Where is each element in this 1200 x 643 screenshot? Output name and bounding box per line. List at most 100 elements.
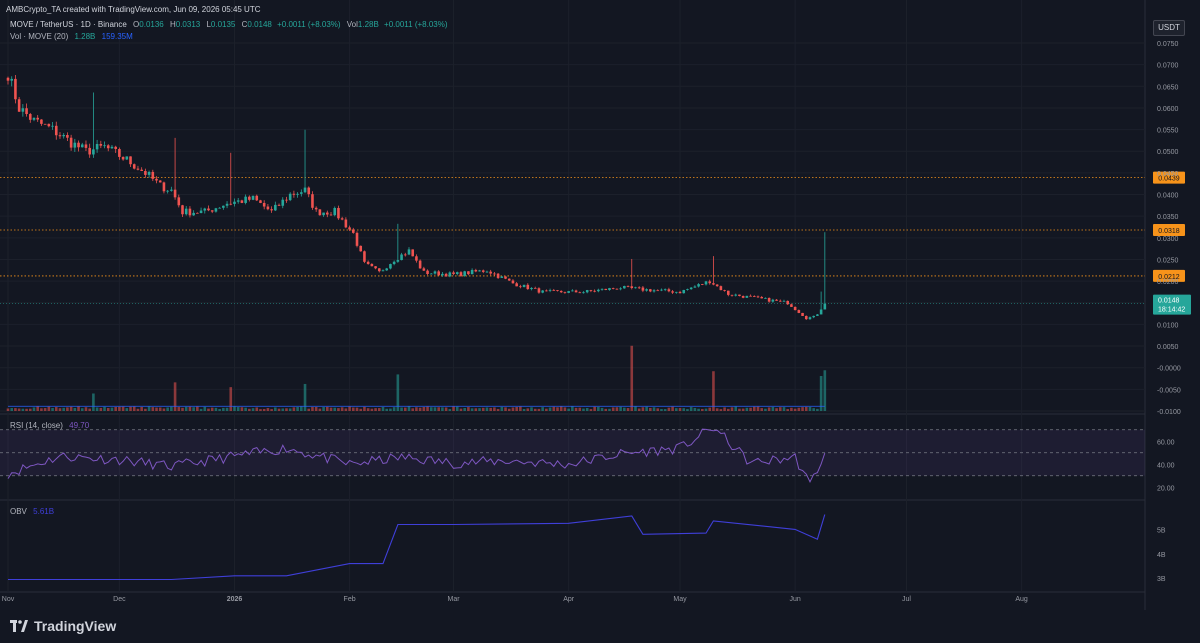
volume-bar (396, 374, 400, 411)
volume-study-legend[interactable]: Vol · MOVE (20) 1.28B 159.35M (10, 32, 133, 41)
candle-body (147, 171, 151, 175)
candle-body (675, 291, 678, 293)
candle-body (704, 281, 708, 285)
candle-body (715, 284, 719, 287)
candle-body (611, 288, 615, 289)
volume-bar (236, 407, 240, 411)
candle-body (652, 290, 656, 292)
volume-bar (467, 407, 470, 411)
volume-bar (192, 407, 195, 411)
volume-bar (129, 406, 132, 411)
candle-body (225, 203, 229, 206)
candle-body (274, 204, 277, 211)
candle-body (782, 300, 786, 302)
candle-body (667, 289, 671, 292)
obv-legend[interactable]: OBV 5.61B (10, 507, 54, 516)
x-tick-label: Dec (113, 596, 126, 603)
x-tick-label: Jul (902, 596, 911, 603)
candle-body (229, 203, 233, 205)
volume-bar (530, 407, 533, 411)
volume-bar (359, 408, 363, 411)
rsi-legend[interactable]: RSI (14, close) 49.70 (10, 421, 89, 430)
candle-body (634, 287, 637, 289)
volume-bar (441, 407, 444, 411)
candle-body (377, 268, 381, 272)
volume-bar (181, 407, 184, 411)
candle-body (485, 271, 489, 273)
y-tick-label: 0.0750 (1157, 41, 1179, 48)
volume-bar (392, 407, 396, 411)
volume-bar (645, 406, 648, 411)
volume-bar (351, 407, 355, 411)
candle-body (155, 178, 158, 181)
candle-body (344, 219, 348, 228)
volume-bar (686, 409, 689, 411)
candle-body (184, 208, 188, 215)
candle-body (645, 289, 648, 291)
volume-bar (437, 407, 440, 411)
volume-bar (671, 406, 674, 411)
volume-bar (240, 407, 244, 411)
candle-body (522, 284, 526, 288)
volume-bar (255, 407, 259, 411)
candle-body (764, 297, 767, 299)
candle-body (255, 195, 259, 201)
open-value: 0.0136 (139, 20, 164, 29)
volume-bar (793, 408, 797, 411)
volume-bar (43, 408, 47, 411)
volume-bar (51, 407, 54, 411)
candle-body (608, 288, 611, 290)
volume-bar (600, 407, 604, 411)
volume-bar (66, 407, 69, 411)
candle-body (589, 290, 593, 291)
candle-body (140, 169, 143, 171)
y-tick-label: 0.0500 (1157, 149, 1179, 156)
candle-body (84, 144, 88, 148)
y-tick-label: 0.0400 (1157, 193, 1179, 200)
candle-body (374, 266, 377, 269)
candle-body (192, 212, 195, 216)
candle-body (240, 200, 244, 203)
volume-bar (444, 407, 448, 411)
volume-bar (199, 408, 203, 411)
volume-bar (337, 408, 340, 411)
volume-bar (14, 408, 17, 411)
volume-bar (493, 407, 496, 411)
volume-bar (593, 406, 596, 411)
candle-body (99, 144, 103, 146)
candle-body (54, 125, 58, 136)
tradingview-logo[interactable]: TradingView (10, 618, 116, 634)
volume-bar (741, 408, 745, 411)
volume-bar (452, 406, 455, 411)
volume-bar (730, 407, 734, 411)
candle-body (571, 290, 574, 292)
volume-bar (248, 408, 251, 411)
volume-bar (526, 408, 530, 411)
volume-bar (370, 408, 374, 411)
volume-bar (426, 406, 429, 411)
candle-body (626, 285, 630, 287)
candle-body (300, 192, 303, 194)
currency-badge[interactable]: USDT (1153, 20, 1185, 36)
candle-body (437, 271, 440, 276)
volume-bar (84, 407, 88, 411)
candle-body (236, 200, 240, 202)
volume-bar (689, 407, 693, 411)
volume-bar (110, 407, 114, 411)
candle-body (455, 272, 459, 274)
candle-body (812, 315, 815, 318)
obv-tick-label: 3B (1157, 576, 1166, 583)
candle-body (329, 214, 333, 216)
volume-bar (311, 407, 314, 411)
candle-body (36, 117, 40, 120)
volume-bar (188, 406, 192, 411)
chart-canvas[interactable]: 0.04390.03180.0212 60.00 40.00 20.00 5B 4B 3… (0, 0, 1200, 643)
low-value: 0.0135 (210, 20, 236, 29)
candle-body (452, 272, 455, 274)
volume-bar (500, 406, 504, 411)
volume-bar (62, 407, 65, 411)
candle-body (719, 286, 723, 291)
symbol-label[interactable]: MOVE / TetherUS · 1D · Binance (10, 20, 127, 29)
candle-body (129, 156, 132, 165)
candle-body (196, 212, 199, 214)
